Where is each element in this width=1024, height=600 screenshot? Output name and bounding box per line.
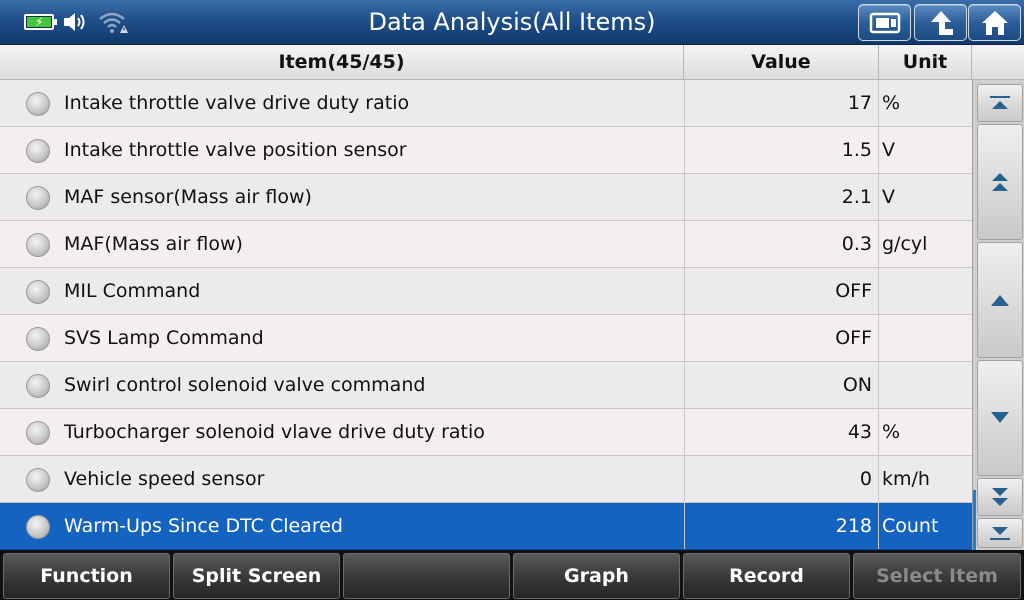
row-radio-button[interactable]	[26, 515, 50, 539]
function-button[interactable]: Function	[3, 553, 170, 599]
table-row[interactable]: SVS Lamp Command OFF	[0, 315, 972, 362]
row-value: OFF	[684, 268, 879, 314]
home-icon	[981, 10, 1008, 35]
row-value: 0	[684, 456, 879, 502]
row-radio-button[interactable]	[26, 421, 50, 445]
scroll-controls	[972, 80, 1024, 550]
table-row[interactable]: Vehicle speed sensor 0 km/h	[0, 456, 972, 503]
back-button[interactable]	[914, 4, 967, 41]
table-header: Item(45/45) Value Unit	[0, 45, 1024, 80]
table-row[interactable]: Intake throttle valve drive duty ratio 17…	[0, 80, 972, 127]
row-item-name: Swirl control solenoid valve command	[64, 374, 426, 396]
row-unit	[880, 362, 972, 408]
page-up-button[interactable]	[977, 124, 1023, 240]
row-unit: g/cyl	[882, 233, 928, 255]
select-item-button[interactable]: Select Item	[853, 553, 1021, 599]
row-unit: %	[882, 92, 901, 114]
down-icon	[991, 412, 1009, 423]
table-row[interactable]: Swirl control solenoid valve command ON	[0, 362, 972, 409]
split-screen-button[interactable]: Split Screen	[173, 553, 340, 599]
column-header-value: Value	[684, 45, 879, 80]
row-item-name: Intake throttle valve drive duty ratio	[64, 92, 410, 114]
row-radio-button[interactable]	[26, 186, 50, 210]
back-icon	[930, 10, 953, 35]
row-item-name: MAF sensor(Mass air flow)	[64, 186, 312, 208]
row-item-name: MIL Command	[64, 280, 201, 302]
table-row[interactable]: MAF(Mass air flow) 0.3 g/cyl	[0, 221, 972, 268]
screenshot-button[interactable]	[858, 4, 911, 41]
scroll-top-button[interactable]	[977, 84, 1023, 122]
scroll-bottom-button[interactable]	[977, 518, 1023, 548]
graph-button[interactable]: Graph	[513, 553, 680, 599]
row-value: OFF	[684, 315, 879, 361]
row-value: 43	[684, 409, 879, 455]
row-radio-button[interactable]	[26, 92, 50, 116]
row-unit: V	[882, 139, 895, 161]
row-value: 218	[684, 503, 879, 549]
scroll-up-button[interactable]	[977, 242, 1023, 358]
title-bar: ⚡ Data Analysis(All Items)	[0, 0, 1024, 45]
row-value: 1.5	[684, 127, 879, 173]
row-radio-button[interactable]	[26, 280, 50, 304]
table-rows: Intake throttle valve drive duty ratio 17…	[0, 80, 972, 550]
row-unit: V	[882, 186, 895, 208]
double-down-end-icon	[990, 527, 1010, 540]
row-item-name: SVS Lamp Command	[64, 327, 264, 349]
row-radio-button[interactable]	[26, 233, 50, 257]
table-row[interactable]: MAF sensor(Mass air flow) 2.1 V	[0, 174, 972, 221]
row-item-name: Warm-Ups Since DTC Cleared	[64, 515, 343, 537]
column-header-unit: Unit	[879, 45, 972, 80]
row-radio-button[interactable]	[26, 374, 50, 398]
row-value: 0.3	[684, 221, 879, 267]
row-radio-button[interactable]	[26, 327, 50, 351]
row-item-name: Intake throttle valve position sensor	[64, 139, 407, 161]
row-item-name: Vehicle speed sensor	[64, 468, 265, 490]
table-row[interactable]: MIL Command OFF	[0, 268, 972, 315]
row-unit: %	[882, 421, 901, 443]
row-value: ON	[684, 362, 879, 408]
row-unit	[880, 315, 972, 361]
row-unit	[880, 268, 972, 314]
column-header-spacer	[972, 45, 1024, 80]
double-down-icon	[992, 488, 1008, 506]
record-button[interactable]: Record	[683, 553, 850, 599]
row-item-name: MAF(Mass air flow)	[64, 233, 243, 255]
double-up-end-icon	[990, 96, 1010, 109]
row-radio-button[interactable]	[26, 468, 50, 492]
table-row[interactable]: Warm-Ups Since DTC Cleared 218 Count	[0, 503, 972, 550]
table-row[interactable]: Turbocharger solenoid vlave drive duty r…	[0, 409, 972, 456]
table-row[interactable]: Intake throttle valve position sensor 1.5…	[0, 127, 972, 174]
row-value: 2.1	[684, 174, 879, 220]
page-down-button[interactable]	[977, 478, 1023, 516]
scroll-down-button[interactable]	[977, 360, 1023, 476]
bottom-toolbar: Function Split Screen Graph Record Selec…	[0, 550, 1024, 600]
row-value: 17	[684, 80, 879, 126]
up-icon	[991, 295, 1009, 306]
empty-button[interactable]	[343, 553, 510, 599]
row-item-name: Turbocharger solenoid vlave drive duty r…	[64, 421, 485, 443]
home-button[interactable]	[968, 4, 1021, 41]
row-unit: km/h	[882, 468, 930, 490]
row-radio-button[interactable]	[26, 139, 50, 163]
column-header-item[interactable]: Item(45/45)	[0, 45, 684, 80]
row-unit: Count	[882, 515, 939, 537]
double-up-icon	[992, 173, 1008, 191]
scroll-position-indicator	[973, 490, 976, 550]
screenshot-icon	[869, 12, 900, 33]
data-table: Item(45/45) Value Unit Intake throttle v…	[0, 45, 1024, 550]
